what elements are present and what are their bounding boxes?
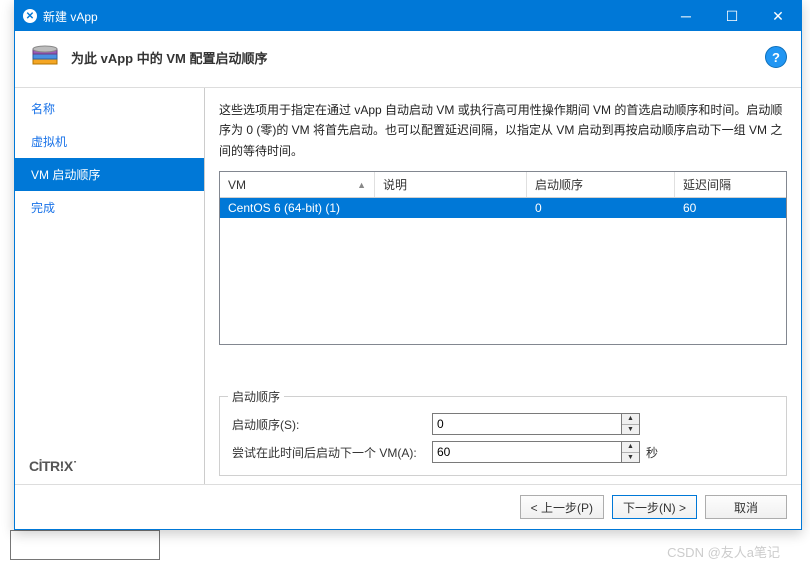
step-name[interactable]: 名称	[15, 92, 204, 125]
spin-up-icon[interactable]: ▲	[622, 442, 639, 453]
step-vms[interactable]: 虚拟机	[15, 125, 204, 158]
vapp-icon	[29, 41, 61, 73]
spinner-attempt[interactable]: ▲ ▼	[622, 441, 640, 463]
citrix-logo: CİTR!X˙	[29, 458, 77, 474]
sort-asc-icon: ▲	[357, 180, 366, 190]
help-button[interactable]: ?	[765, 46, 787, 68]
cell-order: 0	[527, 198, 675, 218]
wizard-footer: < 上一步(P) 下一步(N) > 取消	[15, 484, 801, 529]
cell-vm: CentOS 6 (64-bit) (1)	[220, 198, 375, 218]
minimize-button[interactable]: ─	[663, 1, 709, 31]
window-title: 新建 vApp	[43, 8, 663, 25]
page-title: 为此 vApp 中的 VM 配置启动顺序	[71, 48, 765, 67]
maximize-button[interactable]: ☐	[709, 1, 755, 31]
unit-seconds: 秒	[646, 444, 658, 461]
titlebar: ✕ 新建 vApp ─ ☐ ✕	[15, 1, 801, 31]
input-attempt[interactable]	[432, 441, 622, 463]
main-panel: 这些选项用于指定在通过 vApp 自动启动 VM 或执行高可用性操作期间 VM …	[205, 88, 801, 484]
col-header-desc[interactable]: 说明	[375, 172, 527, 197]
startup-order-fieldset: 启动顺序 启动顺序(S): ▲ ▼ 尝试在此时间后启动下一个 VM(A):	[219, 396, 787, 476]
step-finish[interactable]: 完成	[15, 191, 204, 224]
col-header-order[interactable]: 启动顺序	[527, 172, 675, 197]
cell-delay: 60	[675, 198, 786, 218]
input-order[interactable]	[432, 413, 622, 435]
prev-button[interactable]: < 上一步(P)	[520, 495, 604, 519]
next-button[interactable]: 下一步(N) >	[612, 495, 697, 519]
wizard-header: 为此 vApp 中的 VM 配置启动顺序 ?	[15, 31, 801, 88]
spinner-order[interactable]: ▲ ▼	[622, 413, 640, 435]
spin-down-icon[interactable]: ▼	[622, 453, 639, 463]
label-order: 启动顺序(S):	[232, 416, 432, 433]
cancel-button[interactable]: 取消	[705, 495, 787, 519]
app-icon: ✕	[23, 9, 37, 23]
watermark: CSDN @友人a笔记	[667, 542, 780, 561]
step-startup-order[interactable]: VM 启动顺序	[15, 158, 204, 191]
step-sidebar: 名称 虚拟机 VM 启动顺序 完成 CİTR!X˙	[15, 88, 205, 484]
cell-desc	[375, 198, 527, 218]
col-header-vm[interactable]: VM▲	[220, 172, 375, 197]
col-header-delay[interactable]: 延迟间隔	[675, 172, 786, 197]
spin-up-icon[interactable]: ▲	[622, 414, 639, 425]
label-attempt: 尝试在此时间后启动下一个 VM(A):	[232, 444, 432, 461]
wizard-window: ✕ 新建 vApp ─ ☐ ✕ 为此 vApp 中的 VM 配置启动顺序 ? 名…	[14, 0, 802, 530]
table-row[interactable]: CentOS 6 (64-bit) (1) 0 60	[220, 198, 786, 218]
spin-down-icon[interactable]: ▼	[622, 425, 639, 435]
fieldset-legend: 启动顺序	[228, 388, 284, 405]
close-button[interactable]: ✕	[755, 1, 801, 31]
vm-table: VM▲ 说明 启动顺序 延迟间隔 CentOS 6 (64-bit) (1) 0…	[219, 171, 787, 345]
description-text: 这些选项用于指定在通过 vApp 自动启动 VM 或执行高可用性操作期间 VM …	[219, 100, 787, 161]
